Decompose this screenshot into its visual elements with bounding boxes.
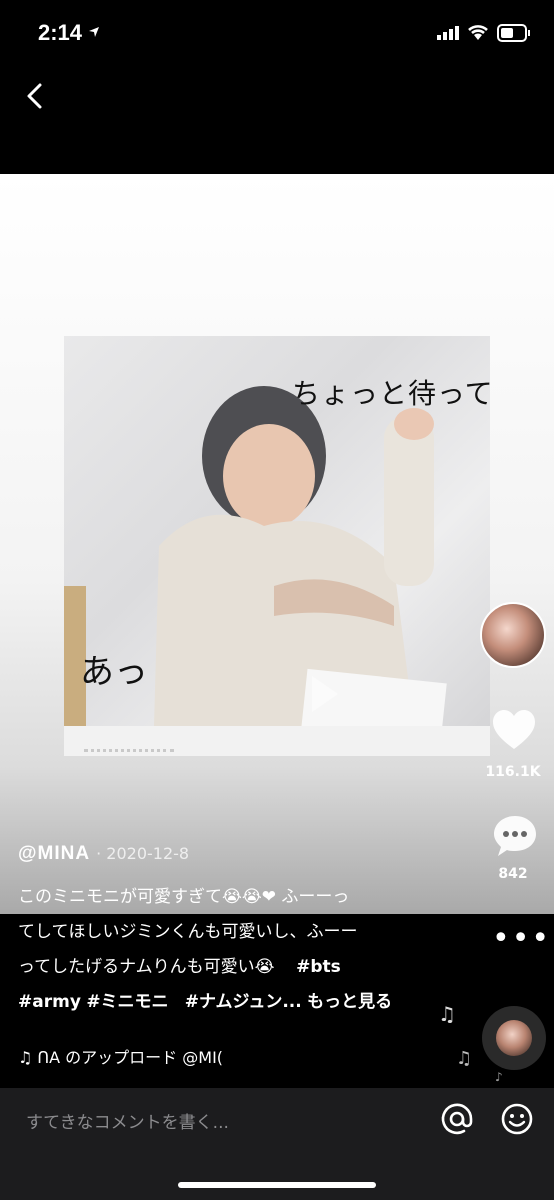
chevron-left-icon (27, 83, 42, 109)
back-button[interactable] (14, 74, 54, 118)
music-disc-button[interactable] (482, 1006, 546, 1070)
home-indicator (178, 1182, 376, 1188)
music-note-icon: ♫ (456, 1048, 473, 1069)
cellular-signal-icon (437, 26, 459, 40)
author-line: @MINA · 2020-12-8 (18, 842, 189, 865)
music-info[interactable]: ♫ ᑎA のアップロード @MI( (18, 1044, 223, 1068)
top-nav (0, 66, 554, 174)
more-options-button[interactable]: ••• (492, 924, 551, 954)
mention-icon[interactable] (440, 1102, 474, 1136)
video-player[interactable]: ちょっと待って あっ (0, 174, 554, 914)
comment-icon[interactable] (492, 813, 538, 859)
music-note-icon: ♪ (495, 1070, 503, 1084)
hashtag[interactable]: #ナムジュン... (185, 992, 302, 1012)
location-arrow-icon (89, 27, 99, 37)
desc-line: このミニモニが可愛すぎて😭😭❤ ふーーっ (18, 887, 350, 907)
hashtag[interactable]: #bts (296, 957, 341, 977)
desc-line: ってしたげるナムりんも可愛い😭 (18, 957, 275, 977)
music-disc-image (496, 1020, 532, 1056)
post-description: このミニモニが可愛すぎて😭😭❤ ふーーっ てしてほしいジミンくんも可愛いし、ふー… (18, 880, 458, 1020)
status-time: 2:14 (38, 20, 83, 45)
hashtag[interactable]: #army (18, 992, 81, 1012)
see-more-link[interactable]: もっと見る (307, 992, 392, 1012)
comment-count: 842 (498, 866, 528, 882)
post-date: · 2020-12-8 (96, 844, 190, 863)
video-overlay-text: あっ (80, 652, 148, 692)
video-overlay-text: ちょっと待って (292, 377, 494, 410)
battery-icon (497, 24, 530, 42)
video-progress (84, 749, 174, 755)
comment-input[interactable]: すてきなコメントを書く... (26, 1108, 229, 1133)
author-handle[interactable]: @MINA (18, 843, 90, 864)
heart-icon[interactable] (491, 708, 537, 754)
desc-line: てしてほしいジミンくんも可愛いし、ふーー (18, 922, 358, 942)
music-note-icon: ♫ (438, 1002, 456, 1026)
hashtag[interactable]: #ミニモニ (86, 992, 168, 1012)
status-bar: 2:14 (0, 0, 554, 66)
creator-avatar[interactable] (480, 602, 546, 668)
like-count: 116.1K (485, 764, 541, 780)
play-indicator-icon (312, 676, 338, 712)
emoji-icon[interactable] (500, 1102, 534, 1136)
wifi-icon (468, 25, 488, 40)
